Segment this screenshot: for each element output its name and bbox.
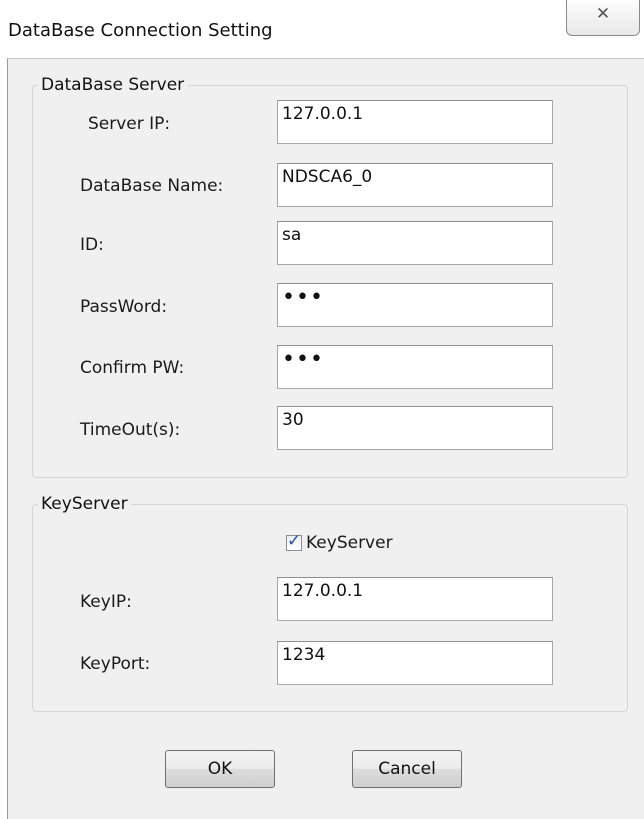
confirm-password-input[interactable]: ••• (277, 345, 553, 389)
key-ip-label: KeyIP: (80, 592, 132, 612)
key-port-label: KeyPort: (80, 654, 151, 674)
ok-button[interactable]: OK (165, 750, 275, 788)
close-icon: ✕ (595, 4, 611, 24)
key-ip-input[interactable]: 127.0.0.1 (277, 577, 553, 621)
server-ip-input[interactable]: 127.0.0.1 (277, 100, 553, 144)
cancel-button[interactable]: Cancel (352, 750, 462, 788)
timeout-input[interactable]: 30 (277, 406, 553, 450)
password-input[interactable]: ••• (277, 283, 553, 327)
timeout-label: TimeOut(s): (80, 420, 181, 440)
server-ip-label: Server IP: (88, 114, 171, 134)
keyserver-group-label: KeyServer (38, 494, 131, 514)
window-title: DataBase Connection Setting (8, 20, 273, 41)
close-button[interactable]: ✕ (566, 0, 640, 36)
password-label: PassWord: (80, 297, 168, 317)
keyserver-checkbox-label[interactable]: KeyServer (306, 533, 393, 553)
database-name-label: DataBase Name: (80, 176, 224, 196)
id-input[interactable]: sa (277, 221, 553, 265)
key-port-input[interactable]: 1234 (277, 641, 553, 685)
database-server-group-label: DataBase Server (38, 75, 188, 95)
id-label: ID: (80, 235, 104, 255)
confirm-password-label: Confirm PW: (80, 358, 185, 378)
keyserver-checkbox[interactable]: ✓ (286, 531, 302, 551)
database-name-input[interactable]: NDSCA6_0 (277, 163, 553, 207)
checkmark-icon: ✓ (287, 531, 302, 551)
